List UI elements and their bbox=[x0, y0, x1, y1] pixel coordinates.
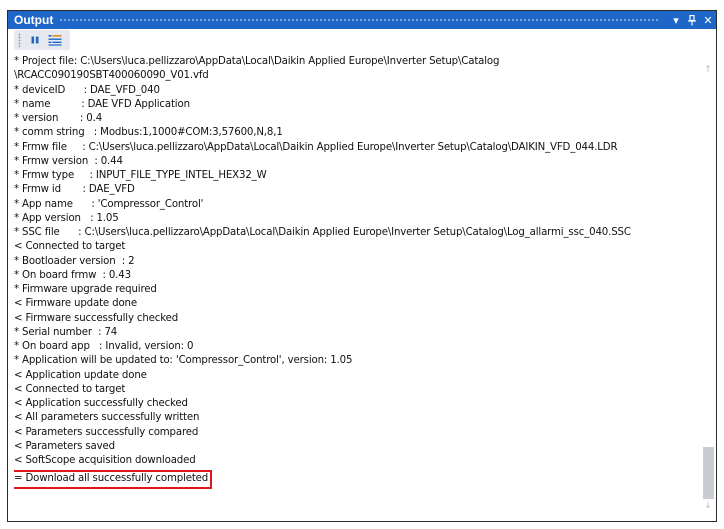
pause-icon[interactable] bbox=[26, 32, 44, 48]
word-wrap-icon[interactable] bbox=[46, 32, 64, 48]
log-line: < All parameters successfully written bbox=[14, 412, 200, 424]
log-line: * App version : 1.05 bbox=[14, 212, 119, 224]
log-line: < Firmware successfully checked bbox=[14, 312, 179, 324]
log-line: * Frmw id : DAE_VFD bbox=[14, 184, 135, 196]
output-toolbar bbox=[8, 29, 716, 51]
log-line: * Frmw version : 0.44 bbox=[14, 155, 123, 167]
log-line: * On board app : Invalid, version: 0 bbox=[14, 341, 194, 352]
log-line: * Serial number : 74 bbox=[14, 326, 118, 338]
log-line: < Application update done bbox=[14, 369, 147, 381]
toolbar-group bbox=[14, 30, 70, 50]
output-log[interactable]: * Project file: C:\Users\luca.pellizzaro… bbox=[14, 55, 698, 517]
log-line: * Bootloader version : 2 bbox=[14, 255, 135, 267]
log-line: < SoftScope acquisition downloaded bbox=[14, 455, 196, 466]
log-line: * deviceID : DAE_VFD_040 bbox=[14, 84, 160, 96]
scroll-up-arrow-icon[interactable]: ↑ bbox=[700, 63, 716, 77]
scroll-down-arrow-icon[interactable]: ↓ bbox=[700, 499, 716, 513]
log-line: * Frmw file : C:\Users\luca.pellizzaro\A… bbox=[14, 141, 618, 153]
log-line: * Frmw type : INPUT_FILE_TYPE_INTEL_HEX3… bbox=[14, 170, 267, 181]
log-line: < Connected to target bbox=[14, 241, 126, 253]
log-line: * Firmware upgrade required bbox=[14, 284, 157, 295]
log-line: * On board frmw : 0.43 bbox=[14, 269, 131, 281]
log-line: < Connected to target bbox=[14, 383, 126, 395]
scroll-thumb[interactable] bbox=[703, 447, 714, 499]
log-line-final-status: = Download all successfully completed bbox=[14, 470, 213, 489]
log-line: * Application will be updated to: 'Compr… bbox=[14, 355, 353, 367]
toolbar-grip-icon[interactable] bbox=[18, 33, 21, 47]
log-line: * Project file: C:\Users\luca.pellizzaro… bbox=[14, 56, 500, 67]
log-line: * SSC file : C:\Users\luca.pellizzaro\Ap… bbox=[14, 227, 631, 238]
log-line: * name : DAE VFD Application bbox=[14, 98, 190, 110]
log-line: * version : 0.4 bbox=[14, 113, 103, 124]
pin-icon[interactable] bbox=[684, 12, 700, 28]
log-line: < Application successfully checked bbox=[14, 398, 188, 409]
titlebar-grip[interactable] bbox=[59, 17, 660, 23]
window-title: Output bbox=[14, 13, 54, 27]
close-icon[interactable]: ✕ bbox=[700, 12, 716, 28]
output-window: Output ▾ ✕ * Project file: C:\Users\luca… bbox=[7, 10, 717, 522]
vertical-scrollbar[interactable]: ↑ ↓ bbox=[700, 55, 716, 517]
dropdown-icon[interactable]: ▾ bbox=[668, 12, 684, 28]
log-line: \RCACC090190SBT400060090_V01.vfd bbox=[14, 70, 209, 82]
output-titlebar[interactable]: Output ▾ ✕ bbox=[8, 11, 716, 29]
log-line: * comm string : Modbus:1,1000#COM:3,5760… bbox=[14, 127, 283, 139]
log-line: < Parameters successfully compared bbox=[14, 426, 199, 438]
log-line: < Parameters saved bbox=[14, 440, 115, 452]
log-line: < Firmware update done bbox=[14, 298, 137, 310]
log-line: * App name : 'Compressor_Control' bbox=[14, 198, 204, 210]
